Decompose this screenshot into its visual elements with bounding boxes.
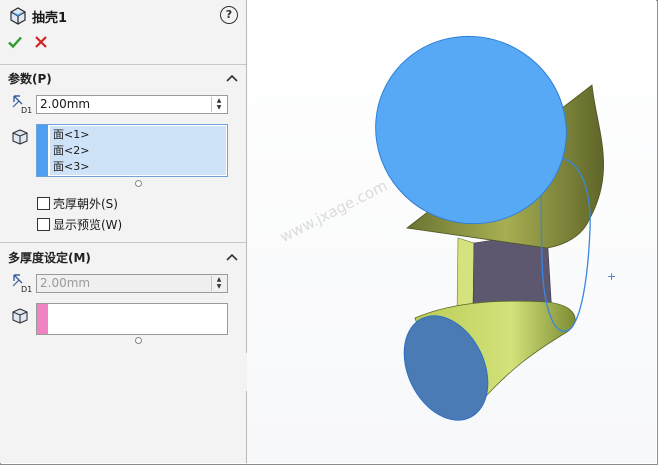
- thickness-input[interactable]: 2.00mm ▲ ▼: [36, 95, 228, 114]
- spin-up-icon[interactable]: ▲: [212, 97, 226, 104]
- multi-thickness-section-title[interactable]: 多厚度设定(M): [8, 249, 91, 266]
- multi-thickness-input[interactable]: 2.00mm ▲ ▼: [36, 274, 228, 293]
- thickness-d1-icon: D1: [12, 95, 32, 115]
- parameters-section-title[interactable]: 参数(P): [8, 70, 52, 87]
- panel-titlebar: 抽壳1 ?: [0, 0, 246, 30]
- chevron-up-icon[interactable]: [226, 74, 238, 82]
- thickness-value: 2.00mm: [40, 97, 91, 111]
- multi-thickness-d1-icon: D1: [12, 274, 32, 294]
- show-preview-label: 显示预览(W): [53, 218, 123, 232]
- thickness-spinner[interactable]: ▲ ▼: [211, 97, 226, 112]
- help-icon[interactable]: ?: [220, 6, 238, 24]
- list-resize-grip[interactable]: [135, 180, 142, 187]
- multi-thickness-value: 2.00mm: [40, 276, 91, 290]
- crosshair-cursor-icon: +: [607, 270, 617, 283]
- shell-outward-label: 壳厚朝外(S): [53, 197, 118, 211]
- faces-to-remove-list[interactable]: 面<1> 面<2> 面<3>: [36, 124, 228, 177]
- list-resize-grip[interactable]: [135, 337, 142, 344]
- multi-thickness-faces-cube-icon: [12, 308, 28, 324]
- shell-outward-checkbox[interactable]: [37, 197, 50, 210]
- spin-down-icon[interactable]: ▼: [212, 283, 226, 290]
- ok-check-icon[interactable]: [7, 34, 23, 50]
- cancel-close-icon[interactable]: [34, 35, 48, 49]
- faces-to-remove-cube-icon: [12, 129, 28, 145]
- faces-items: 面<1> 面<2> 面<3>: [50, 126, 226, 175]
- chevron-up-icon[interactable]: [226, 253, 238, 261]
- shell-feature-icon: [10, 7, 26, 25]
- multi-thickness-spinner[interactable]: ▲ ▼: [211, 276, 226, 291]
- show-preview-checkbox[interactable]: [37, 218, 50, 231]
- list-item[interactable]: 面<2>: [53, 143, 226, 159]
- separator: [0, 64, 246, 65]
- selection-color-strip: [37, 304, 48, 334]
- svg-text:D1: D1: [21, 106, 32, 115]
- graphics-viewport[interactable]: www.jxage.com +: [247, 0, 656, 463]
- panel-title: 抽壳1: [32, 11, 68, 26]
- selection-color-strip: [37, 125, 48, 176]
- property-manager-panel: 抽壳1 ? 参数(P) D1 2.00mm ▲ ▼ 面<1> 面<2> 面<3>: [0, 0, 247, 463]
- spin-up-icon[interactable]: ▲: [212, 276, 226, 283]
- list-item[interactable]: 面<1>: [53, 127, 226, 143]
- list-item[interactable]: 面<3>: [53, 159, 226, 175]
- multi-thickness-faces-list[interactable]: [36, 303, 228, 335]
- svg-text:D1: D1: [21, 285, 32, 294]
- spin-down-icon[interactable]: ▼: [212, 104, 226, 111]
- separator: [0, 242, 246, 243]
